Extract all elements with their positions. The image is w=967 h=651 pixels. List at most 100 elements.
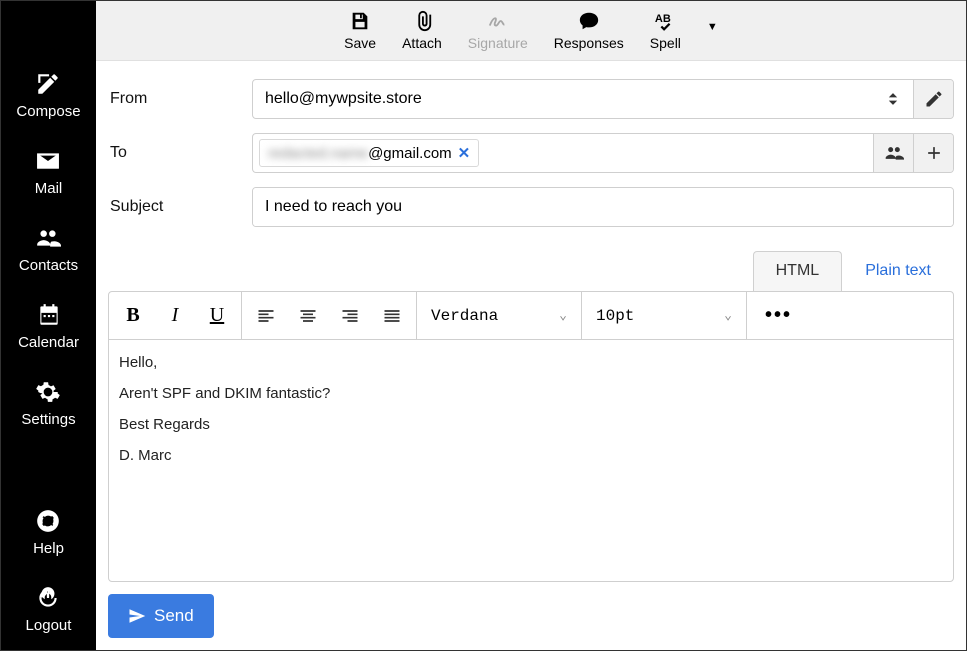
responses-icon bbox=[578, 10, 600, 32]
body-line: Aren't SPF and DKIM fantastic? bbox=[119, 385, 943, 402]
add-contacts-button[interactable] bbox=[873, 134, 913, 172]
signature-icon bbox=[487, 10, 509, 32]
from-field: hello@mywpsite.store bbox=[252, 79, 954, 119]
recipient-hidden: redacted.name bbox=[268, 145, 368, 162]
spell-dropdown-caret[interactable]: ▼ bbox=[707, 21, 718, 33]
align-center-button[interactable] bbox=[294, 302, 322, 330]
align-left-icon bbox=[256, 306, 276, 326]
sidebar-item-settings[interactable]: Settings bbox=[21, 379, 75, 428]
contacts-icon bbox=[35, 225, 61, 251]
from-select-toggle[interactable] bbox=[873, 80, 913, 118]
sidebar-item-label: Mail bbox=[35, 180, 63, 197]
body-line: Best Regards bbox=[119, 416, 943, 433]
sidebar-item-mail[interactable]: Mail bbox=[35, 148, 63, 197]
remove-recipient-icon[interactable]: ✕ bbox=[458, 144, 471, 162]
compose-icon bbox=[35, 71, 61, 97]
align-center-icon bbox=[298, 306, 318, 326]
sidebar-item-help[interactable]: Help bbox=[33, 508, 64, 557]
sidebar-item-contacts[interactable]: Contacts bbox=[19, 225, 78, 274]
mail-icon bbox=[35, 148, 61, 174]
sidebar-item-calendar[interactable]: Calendar bbox=[18, 302, 79, 351]
font-size-select[interactable]: 10pt ⌄ bbox=[582, 292, 747, 339]
font-size-value: 10pt bbox=[596, 307, 634, 325]
italic-button[interactable]: I bbox=[161, 302, 189, 330]
tool-label: Save bbox=[344, 35, 376, 51]
font-family-value: Verdana bbox=[431, 307, 498, 325]
recipient-visible: @gmail.com bbox=[368, 145, 452, 162]
send-button[interactable]: Send bbox=[108, 594, 214, 638]
spell-button[interactable]: AB Spell bbox=[650, 10, 681, 51]
svg-text:AB: AB bbox=[655, 13, 671, 25]
calendar-icon bbox=[36, 302, 62, 328]
editor-mode-tabs: HTML Plain text bbox=[108, 251, 954, 291]
compose-toolbar: Save Attach Signature Responses AB Spell… bbox=[96, 1, 966, 61]
text-style-group: B I U bbox=[109, 292, 242, 339]
signature-button: Signature bbox=[468, 10, 528, 51]
underline-button[interactable]: U bbox=[203, 302, 231, 330]
main-content: Save Attach Signature Responses AB Spell… bbox=[96, 1, 966, 650]
from-label: From bbox=[108, 90, 238, 108]
tab-html[interactable]: HTML bbox=[753, 251, 843, 291]
tool-label: Responses bbox=[554, 35, 624, 51]
updown-icon bbox=[883, 89, 903, 109]
more-icon: ••• bbox=[765, 304, 792, 327]
gear-icon bbox=[35, 379, 61, 405]
sidebar-item-logout[interactable]: Logout bbox=[26, 585, 72, 634]
to-field[interactable]: redacted.name@gmail.com ✕ bbox=[252, 133, 954, 173]
sidebar-item-label: Help bbox=[33, 540, 64, 557]
align-right-icon bbox=[340, 306, 360, 326]
subject-field bbox=[252, 187, 954, 227]
logout-icon bbox=[35, 585, 61, 611]
save-button[interactable]: Save bbox=[344, 10, 376, 51]
to-label: To bbox=[108, 144, 238, 162]
responses-button[interactable]: Responses bbox=[554, 10, 624, 51]
contacts-icon bbox=[884, 143, 904, 163]
font-family-select[interactable]: Verdana ⌄ bbox=[417, 292, 582, 339]
sidebar: Compose Mail Contacts Calendar Settings … bbox=[1, 1, 96, 650]
editor-body[interactable]: Hello, Aren't SPF and DKIM fantastic? Be… bbox=[109, 340, 953, 581]
spell-icon: AB bbox=[654, 10, 676, 32]
send-label: Send bbox=[154, 606, 194, 626]
tool-label: Signature bbox=[468, 35, 528, 51]
align-justify-button[interactable] bbox=[378, 302, 406, 330]
body-line: D. Marc bbox=[119, 447, 943, 464]
edit-identity-button[interactable] bbox=[913, 80, 953, 118]
send-row: Send bbox=[96, 582, 966, 650]
tool-label: Spell bbox=[650, 35, 681, 51]
tab-plain-text[interactable]: Plain text bbox=[842, 251, 954, 291]
sidebar-item-label: Calendar bbox=[18, 334, 79, 351]
sidebar-item-label: Settings bbox=[21, 411, 75, 428]
sidebar-item-label: Logout bbox=[26, 617, 72, 634]
tool-label: Attach bbox=[402, 35, 442, 51]
alignment-group bbox=[242, 292, 417, 339]
sidebar-item-label: Contacts bbox=[19, 257, 78, 274]
recipient-chip[interactable]: redacted.name@gmail.com ✕ bbox=[259, 139, 479, 167]
from-row: From hello@mywpsite.store bbox=[108, 79, 954, 119]
body-line: Hello, bbox=[119, 354, 943, 371]
sidebar-item-label: Compose bbox=[16, 103, 80, 120]
help-icon bbox=[35, 508, 61, 534]
save-icon bbox=[349, 10, 371, 32]
from-select[interactable]: hello@mywpsite.store bbox=[253, 90, 873, 108]
align-justify-icon bbox=[382, 306, 402, 326]
chevron-down-icon: ⌄ bbox=[559, 308, 567, 323]
subject-row: Subject bbox=[108, 187, 954, 227]
sidebar-item-compose[interactable]: Compose bbox=[16, 71, 80, 120]
rich-text-editor: B I U Verdana ⌄ 10pt ⌄ ••• He bbox=[108, 291, 954, 582]
align-left-button[interactable] bbox=[252, 302, 280, 330]
more-formatting-button[interactable]: ••• bbox=[747, 292, 810, 339]
align-right-button[interactable] bbox=[336, 302, 364, 330]
plus-icon bbox=[924, 143, 944, 163]
bold-button[interactable]: B bbox=[119, 302, 147, 330]
pencil-icon bbox=[924, 89, 944, 109]
to-row: To redacted.name@gmail.com ✕ bbox=[108, 133, 954, 173]
editor-toolbar: B I U Verdana ⌄ 10pt ⌄ ••• bbox=[109, 292, 953, 340]
attach-button[interactable]: Attach bbox=[402, 10, 442, 51]
send-icon bbox=[128, 607, 146, 625]
chevron-down-icon: ⌄ bbox=[724, 308, 732, 323]
subject-label: Subject bbox=[108, 198, 238, 216]
add-recipient-button[interactable] bbox=[913, 134, 953, 172]
attach-icon bbox=[411, 10, 433, 32]
compose-form: From hello@mywpsite.store To redacted.na… bbox=[96, 61, 966, 245]
subject-input[interactable] bbox=[253, 188, 953, 226]
